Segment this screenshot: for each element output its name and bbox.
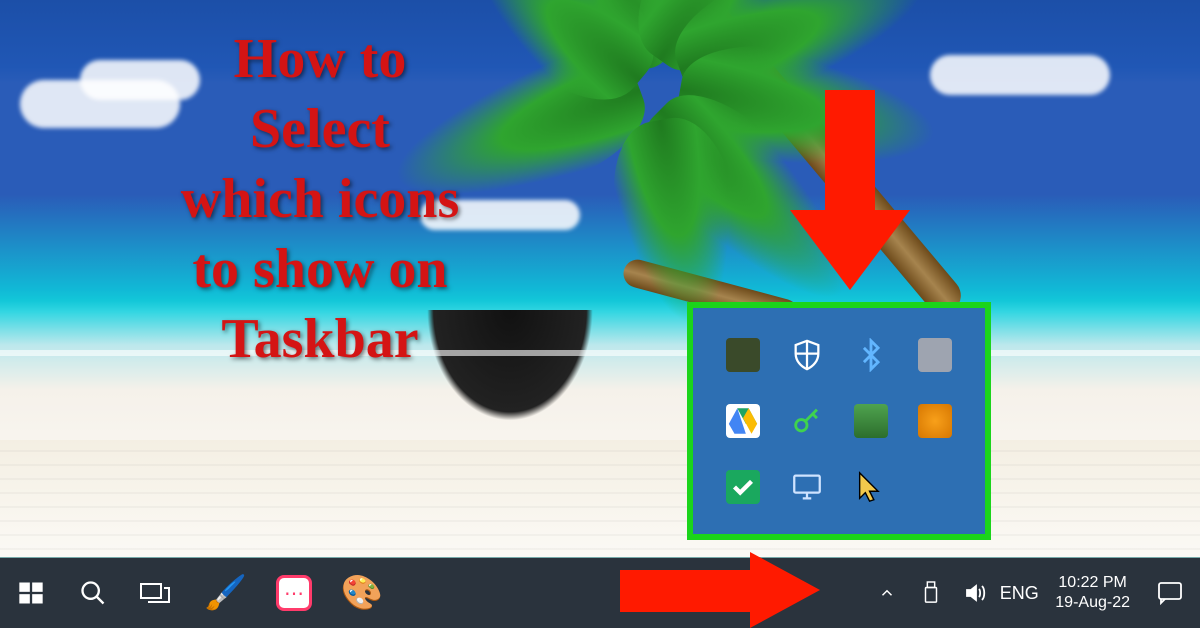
- taskbar-left: [0, 558, 186, 628]
- windows-security-icon[interactable]: [790, 338, 824, 372]
- clock-date: 19-Aug-22: [1055, 593, 1130, 613]
- taskbar-right: ENG 10:22 PM 19-Aug-22: [865, 558, 1200, 628]
- cloud-decoration: [930, 55, 1110, 95]
- title-overlay: How to Select which icons to show on Tas…: [40, 24, 600, 374]
- language-indicator[interactable]: ENG: [997, 558, 1041, 628]
- app-glyph: ⋯: [276, 575, 312, 611]
- security-key-icon[interactable]: [790, 404, 824, 438]
- paint-app[interactable]: 🎨: [328, 558, 396, 628]
- title-line: which icons: [40, 164, 600, 234]
- sand-decoration: [0, 440, 1200, 558]
- annotation-arrow-down: [790, 90, 910, 290]
- app-glyph: 🎨: [341, 573, 383, 613]
- disc-burner-icon[interactable]: [918, 404, 952, 438]
- title-line: Select: [40, 94, 600, 164]
- remote-display-icon[interactable]: [790, 470, 824, 504]
- recorder-app[interactable]: ⋯: [260, 558, 328, 628]
- pencil-app[interactable]: 🖌️: [192, 558, 260, 628]
- taskbar: 🖌️ ⋯ 🎨 ENG 10:22 PM 19-Aug-22: [0, 558, 1200, 628]
- mouse-cursor-icon[interactable]: [854, 470, 888, 504]
- taskbar-pinned-apps: 🖌️ ⋯ 🎨: [192, 558, 396, 628]
- usb-device-icon[interactable]: [909, 558, 953, 628]
- start-button[interactable]: [0, 558, 62, 628]
- task-view-button[interactable]: [124, 558, 186, 628]
- clock-time: 10:22 PM: [1058, 573, 1126, 593]
- clock[interactable]: 10:22 PM 19-Aug-22: [1041, 573, 1144, 613]
- search-button[interactable]: [62, 558, 124, 628]
- app-glyph: 🖌️: [205, 573, 247, 613]
- bluetooth-icon[interactable]: [854, 338, 888, 372]
- user-account-icon[interactable]: [726, 338, 760, 372]
- google-drive-icon[interactable]: [726, 404, 760, 438]
- antivirus-shield-icon[interactable]: [854, 404, 888, 438]
- title-line: Taskbar: [40, 304, 600, 374]
- annotation-arrow-right: [620, 556, 820, 624]
- tray-overflow-chevron-icon[interactable]: [865, 558, 909, 628]
- cloud-sync-icon[interactable]: [726, 470, 760, 504]
- tray-flyout-highlight: [687, 302, 991, 540]
- action-center-icon[interactable]: [1144, 558, 1196, 628]
- volume-icon[interactable]: [953, 558, 997, 628]
- safely-remove-hardware-icon[interactable]: [918, 338, 952, 372]
- title-line: to show on: [40, 234, 600, 304]
- title-line: How to: [40, 24, 600, 94]
